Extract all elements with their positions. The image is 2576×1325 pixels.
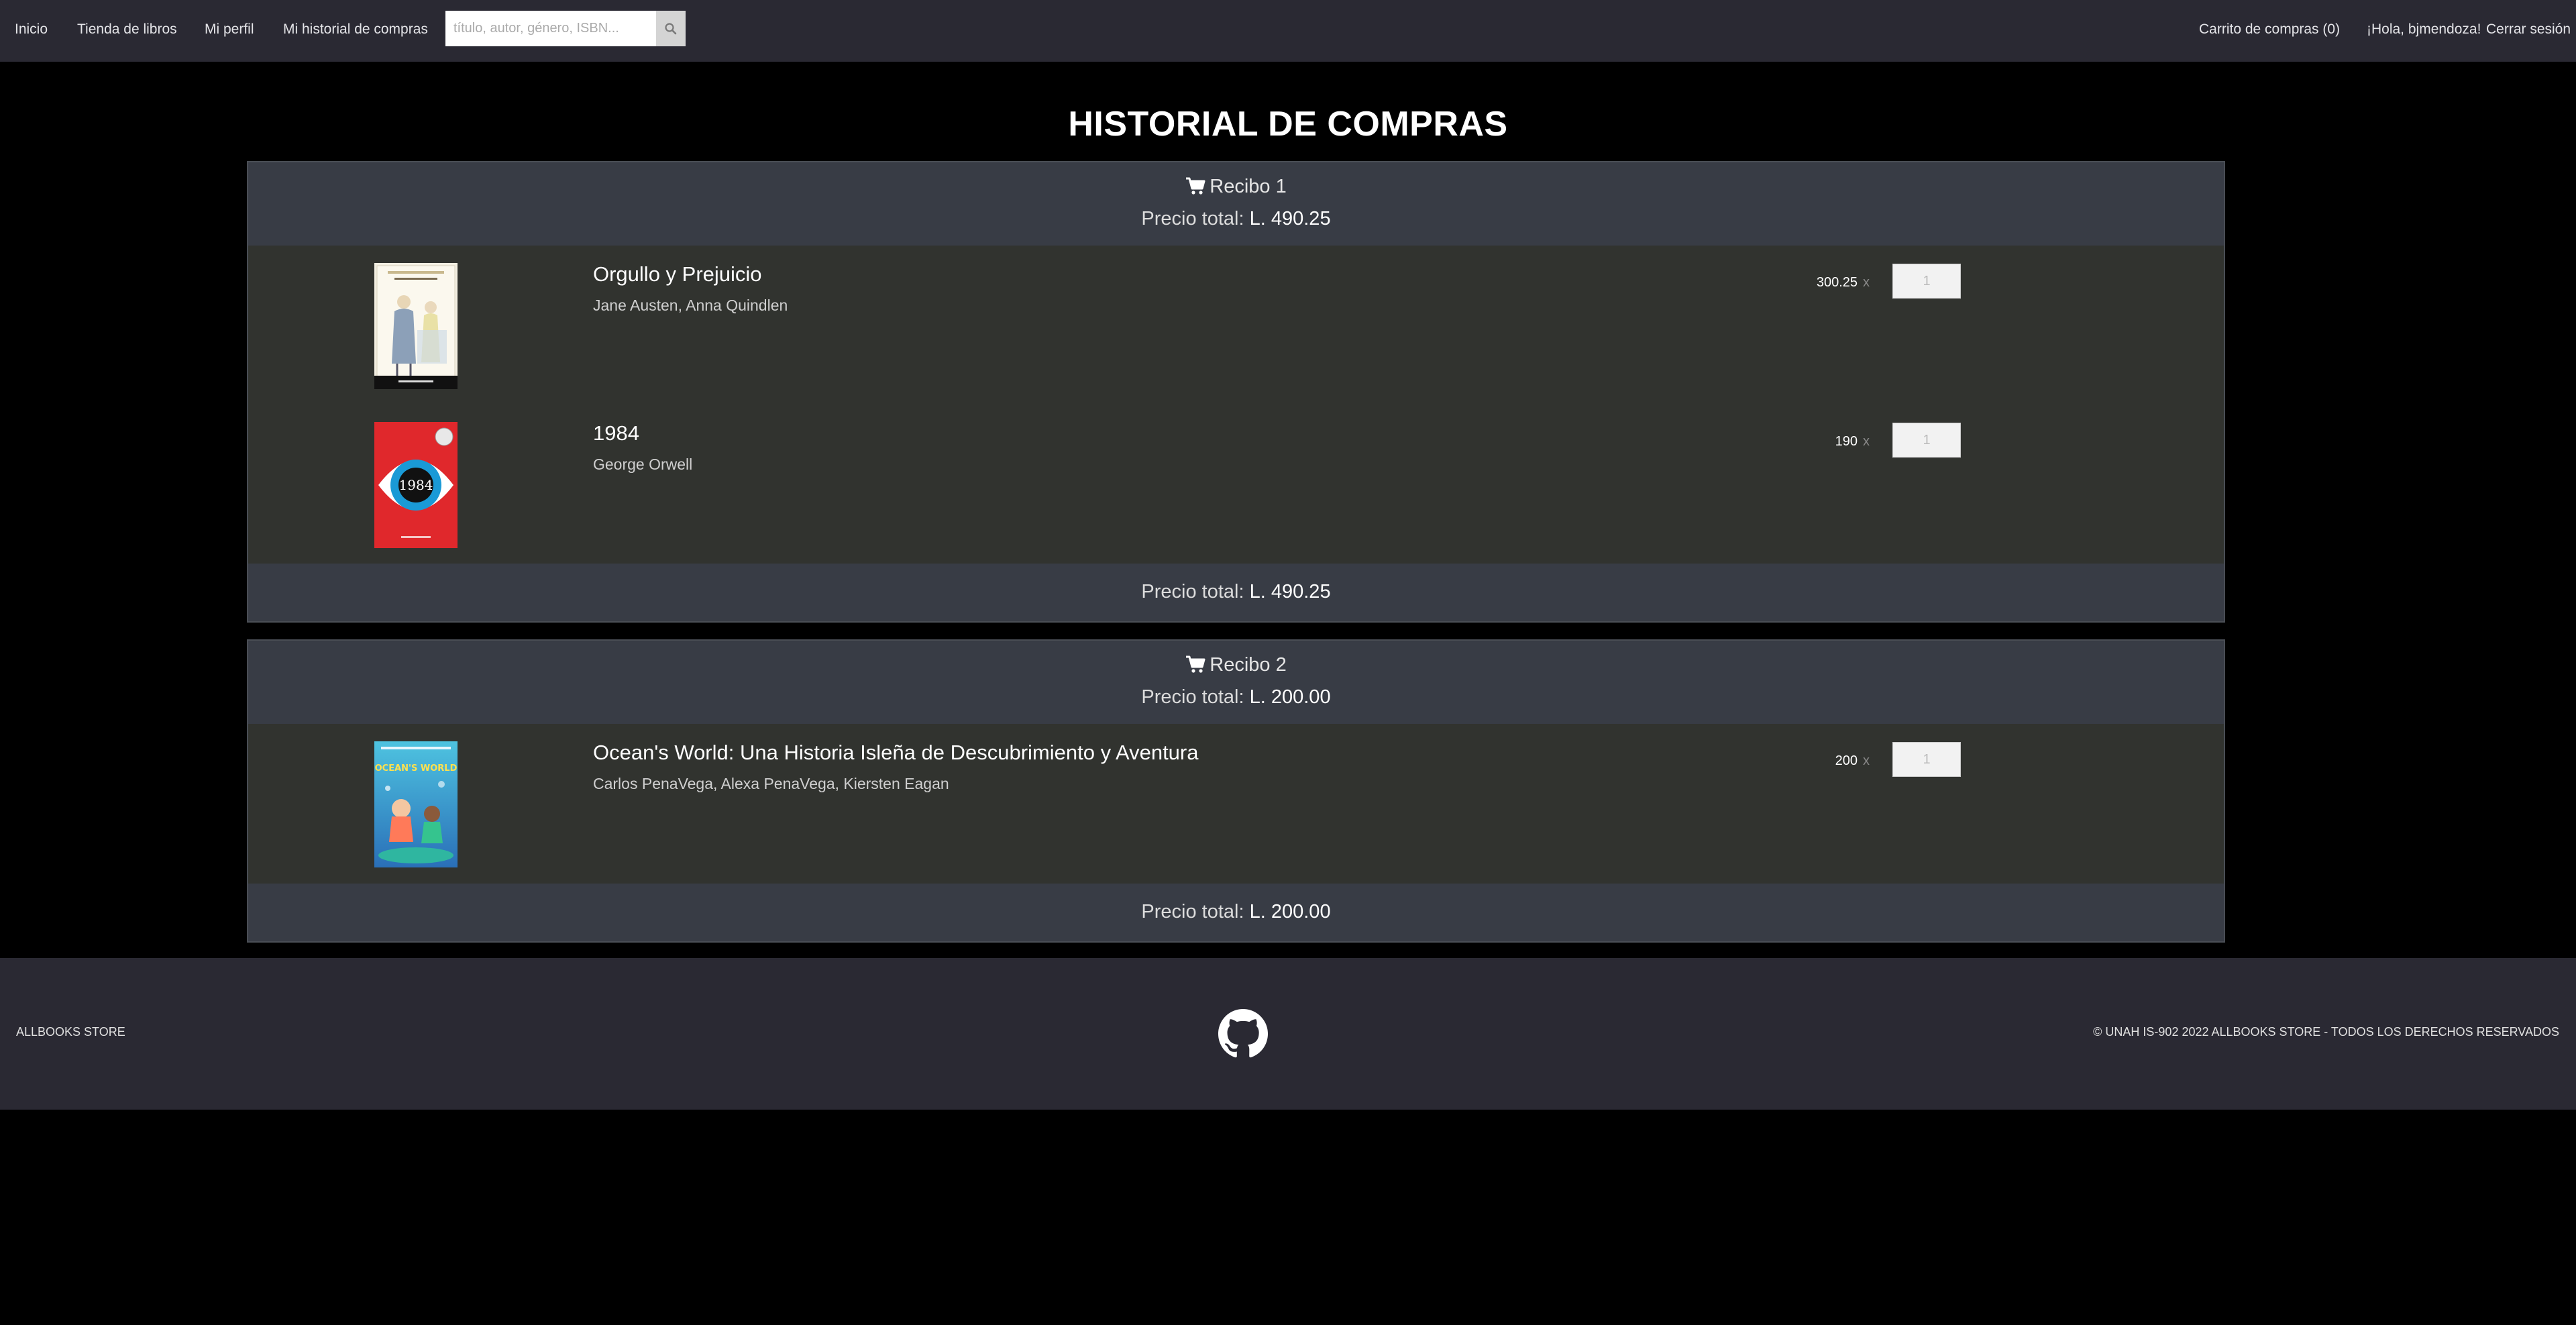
- search-button[interactable]: [656, 11, 686, 46]
- cart-icon: [1186, 177, 1205, 195]
- unit-price: 300.25 x: [1817, 273, 1870, 292]
- total-amount: L. 200.00: [1249, 686, 1331, 708]
- times-symbol: x: [1863, 753, 1870, 768]
- book-cover-image: [374, 263, 458, 389]
- github-link[interactable]: [1218, 1009, 1268, 1059]
- book-title: 1984: [593, 421, 639, 445]
- book-title: Ocean's World: Una Historia Isleña de De…: [593, 741, 1199, 764]
- receipt-header: Recibo 2 Precio total: L. 200.00: [248, 641, 2224, 724]
- total-label: Precio total:: [1141, 208, 1244, 229]
- total-label: Precio total:: [1141, 901, 1244, 922]
- receipt-footer: Precio total: L. 490.25: [248, 564, 2224, 621]
- receipt-title: Recibo 2: [248, 651, 2224, 678]
- total-label: Precio total:: [1141, 686, 1244, 708]
- total-label: Precio total:: [1141, 581, 1244, 602]
- price-value: 190: [1835, 434, 1858, 449]
- book-cover-image: 1984: [374, 422, 458, 548]
- nav-link-inicio[interactable]: Inicio: [15, 20, 48, 39]
- book-authors: Jane Austen, Anna Quindlen: [593, 297, 788, 314]
- receipt-total: Precio total: L. 490.25: [248, 578, 2224, 605]
- unit-price: 190 x: [1835, 432, 1870, 451]
- total-amount: L. 490.25: [1249, 581, 1331, 602]
- price-value: 200: [1835, 753, 1858, 768]
- book-cover-image: OCEAN'S WORLD: [374, 741, 458, 867]
- receipt-total: Precio total: L. 200.00: [248, 684, 2224, 710]
- search-box: [445, 11, 686, 46]
- receipt-footer: Precio total: L. 200.00: [248, 884, 2224, 941]
- quantity-field: 1: [1892, 423, 1961, 458]
- top-navbar: Inicio Tienda de libros Mi perfil Mi his…: [0, 0, 2576, 62]
- github-icon: [1218, 1009, 1268, 1058]
- times-symbol: x: [1863, 434, 1870, 449]
- footer-brand: ALLBOOKS STORE: [16, 1025, 125, 1039]
- times-symbol: x: [1863, 275, 1870, 290]
- receipt-title-label: Recibo 1: [1210, 176, 1287, 197]
- purchase-item: Orgullo y Prejuicio Jane Austen, Anna Qu…: [248, 246, 2224, 405]
- purchase-item: OCEAN'S WORLD Ocean's World: Una Histori…: [248, 724, 2224, 883]
- svg-text:1984: 1984: [399, 477, 433, 493]
- total-amount: L. 200.00: [1249, 901, 1331, 922]
- total-amount: L. 490.25: [1249, 208, 1331, 229]
- quantity-field: 1: [1892, 264, 1961, 299]
- cart-icon: [1186, 655, 1205, 673]
- page-title: HISTORIAL DE COMPRAS: [1068, 105, 1508, 144]
- receipt-total: Precio total: L. 200.00: [248, 898, 2224, 925]
- nav-link-historial[interactable]: Mi historial de compras: [283, 20, 428, 39]
- receipt-total: Precio total: L. 490.25: [248, 205, 2224, 232]
- footer-copyright: © UNAH IS-902 2022 ALLBOOKS STORE - TODO…: [2093, 1025, 2559, 1039]
- book-authors: Carlos PenaVega, Alexa PenaVega, Kierste…: [593, 775, 949, 792]
- logout-link[interactable]: Cerrar sesión: [2486, 20, 2571, 39]
- user-greeting: ¡Hola, bjmendoza!: [2367, 21, 2481, 37]
- book-title: Orgullo y Prejuicio: [593, 262, 762, 286]
- svg-text:OCEAN'S WORLD: OCEAN'S WORLD: [375, 763, 458, 774]
- unit-price: 200 x: [1835, 751, 1870, 770]
- page-footer: ALLBOOKS STORE © UNAH IS-902 2022 ALLBOO…: [0, 958, 2576, 1110]
- cart-link[interactable]: Carrito de compras (0): [2199, 20, 2340, 39]
- quantity-field: 1: [1892, 742, 1961, 777]
- purchase-item: 1984 1984 George Orwell 190 x 1: [248, 405, 2224, 564]
- receipt-card: Recibo 2 Precio total: L. 200.00 OCEAN'S…: [247, 639, 2225, 943]
- search-icon: [665, 22, 677, 34]
- nav-link-perfil[interactable]: Mi perfil: [205, 20, 254, 39]
- receipt-title-label: Recibo 2: [1210, 654, 1287, 676]
- search-input[interactable]: [445, 11, 653, 46]
- price-value: 300.25: [1816, 275, 1858, 290]
- book-authors: George Orwell: [593, 456, 693, 473]
- receipt-title: Recibo 1: [248, 173, 2224, 200]
- receipt-header: Recibo 1 Precio total: L. 490.25: [248, 162, 2224, 246]
- nav-link-tienda[interactable]: Tienda de libros: [77, 20, 177, 39]
- receipt-card: Recibo 1 Precio total: L. 490.25 Orgullo…: [247, 161, 2225, 623]
